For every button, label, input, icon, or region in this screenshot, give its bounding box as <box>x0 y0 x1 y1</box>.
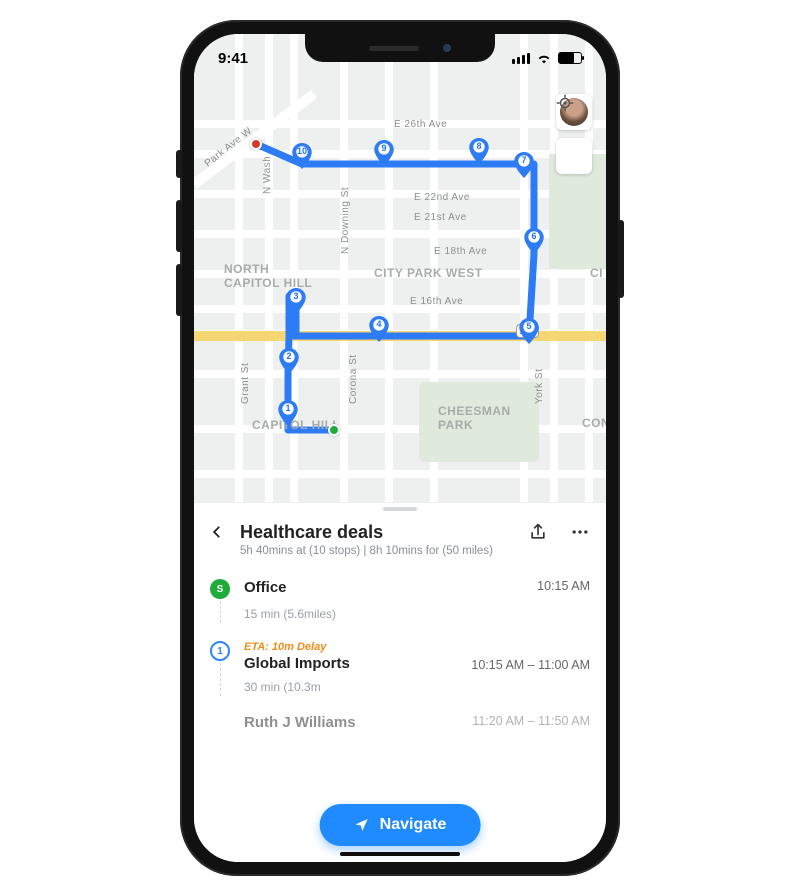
navigate-icon <box>354 817 370 833</box>
volume-down <box>176 264 182 316</box>
status-right <box>512 52 582 64</box>
segment-info: 30 min (10.3m <box>194 672 606 702</box>
map-label: CHEESMAN PARK <box>438 404 511 432</box>
map-label: CON <box>582 416 606 430</box>
map-label: CI <box>590 266 603 280</box>
street-label: Grant St <box>240 363 251 404</box>
street-label: E 21st Ave <box>414 212 467 223</box>
street-label: E 16th Ave <box>410 296 463 307</box>
connector-line <box>220 663 221 696</box>
waypoint-pin-8[interactable]: 8 <box>469 138 489 164</box>
stop-time: 10:15 AM <box>537 579 590 593</box>
locate-me-button[interactable] <box>556 138 592 174</box>
stop-row[interactable]: 1 ETA: 10m Delay Global Imports 10:15 AM… <box>194 629 606 672</box>
waypoint-pin-10[interactable]: 10 <box>292 143 312 169</box>
map-fab-column <box>556 94 592 174</box>
navigate-label: Navigate <box>380 816 447 834</box>
stop-title: Global Imports <box>244 655 471 672</box>
street-label: E 18th Ave <box>434 246 487 257</box>
stop-title: Office <box>244 579 537 596</box>
navigate-button[interactable]: Navigate <box>320 804 481 846</box>
sheet-title: Healthcare deals <box>240 522 516 543</box>
segment-info: 15 min (5.6miles) <box>194 599 606 629</box>
map-label: NORTH CAPITOL HILL <box>224 262 312 290</box>
street-label: E 26th Ave <box>394 119 447 130</box>
stop-time: 10:15 AM – 11:00 AM <box>471 658 590 672</box>
route-start-marker[interactable] <box>328 424 340 436</box>
street-label: York St <box>534 369 545 404</box>
crosshair-icon <box>556 94 574 112</box>
stop-badge-start: S <box>210 579 230 599</box>
waypoint-pin-6[interactable]: 6 <box>524 228 544 254</box>
sheet-subtitle: 5h 40mins at (10 stops) | 8h 10mins for … <box>194 545 606 567</box>
street-label: Corona St <box>348 354 359 404</box>
waypoint-pin-9[interactable]: 9 <box>374 140 394 166</box>
chevron-left-icon <box>210 525 224 539</box>
back-button[interactable] <box>206 521 228 543</box>
waypoint-pin-4[interactable]: 4 <box>369 316 389 342</box>
screen: 9:41 <box>194 34 606 862</box>
map-label: CITY PARK WEST <box>374 266 483 280</box>
map-view[interactable]: NORTH CAPITOL HILL CITY PARK WEST CAPITO… <box>194 34 606 504</box>
more-icon[interactable] <box>570 522 590 542</box>
route-end-marker[interactable] <box>250 138 262 150</box>
stop-eta: ETA: 10m Delay <box>244 641 471 653</box>
street-label: N Downing St <box>340 187 351 254</box>
phone-frame: 9:41 <box>180 20 620 876</box>
waypoint-pin-3[interactable]: 3 <box>286 288 306 314</box>
stop-badge: 1 <box>210 641 230 661</box>
home-indicator[interactable] <box>340 852 460 856</box>
stop-time: 11:20 AM – 11:50 AM <box>472 714 590 728</box>
waypoint-pin-1[interactable]: 1 <box>278 400 298 426</box>
mute-switch <box>176 150 182 178</box>
connector-line <box>220 601 221 623</box>
wifi-icon <box>536 52 552 64</box>
power-button <box>618 220 624 298</box>
clock: 9:41 <box>218 50 248 67</box>
stop-row[interactable]: 2 Ruth J Williams 11:20 AM – 11:50 AM <box>194 702 606 734</box>
street-label: N Wash <box>262 156 273 194</box>
street-label: E 22nd Ave <box>414 192 470 203</box>
waypoint-pin-7[interactable]: 7 <box>514 152 534 178</box>
stop-row[interactable]: S Office 10:15 AM <box>194 567 606 599</box>
signal-icon <box>512 53 530 64</box>
battery-icon <box>558 52 582 64</box>
notch <box>305 34 495 62</box>
waypoint-pin-5[interactable]: 5 <box>519 318 539 344</box>
share-icon[interactable] <box>528 522 548 542</box>
stop-title: Ruth J Williams <box>244 714 472 731</box>
waypoint-pin-2[interactable]: 2 <box>279 348 299 374</box>
route-sheet[interactable]: Healthcare deals 5h 40mins at (10 stops)… <box>194 502 606 862</box>
volume-up <box>176 200 182 252</box>
